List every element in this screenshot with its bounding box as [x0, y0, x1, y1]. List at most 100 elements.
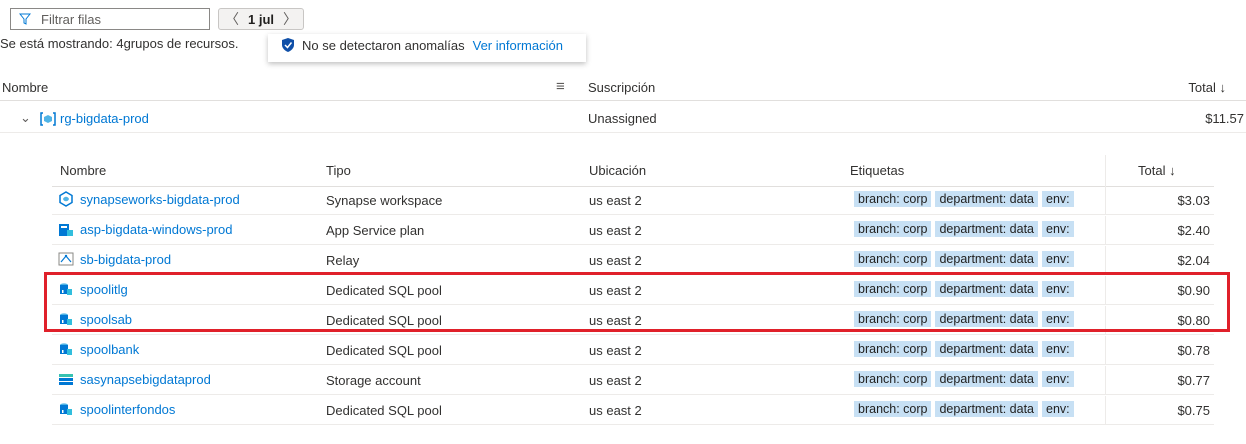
resource-group-row[interactable]: ⌄ rg-bigdata-prod Unassigned $11.57 — [0, 106, 1246, 133]
subscription-value: Unassigned — [588, 111, 657, 126]
resource-location: us east 2 — [589, 253, 642, 268]
tag-department: department: data — [935, 401, 1038, 417]
header-subscription[interactable]: Suscripción — [588, 80, 655, 95]
resource-link[interactable]: sb-bigdata-prod — [80, 252, 171, 267]
resource-name-cell[interactable]: sb-bigdata-prod — [58, 251, 171, 267]
resource-location: us east 2 — [589, 193, 642, 208]
resource-type: Dedicated SQL pool — [326, 343, 442, 358]
column-menu-icon[interactable]: ≡ — [556, 78, 565, 95]
tag-department: department: data — [935, 221, 1038, 237]
resource-link[interactable]: synapseworks-bigdata-prod — [80, 192, 240, 207]
resource-name-cell[interactable]: synapseworks-bigdata-prod — [58, 191, 240, 207]
prev-date-button[interactable]: 〈 — [225, 9, 239, 29]
resource-location: us east 2 — [589, 403, 642, 418]
resource-total: $0.77 — [1177, 373, 1210, 388]
sql-pool-icon — [58, 341, 74, 357]
table-row[interactable]: spoolinterfondos Dedicated SQL pool us e… — [52, 396, 1214, 425]
tag-env: env: — [1042, 251, 1074, 267]
resource-name-cell[interactable]: sasynapsebigdataprod — [58, 371, 211, 387]
resource-total: $2.04 — [1177, 253, 1210, 268]
tag-branch: branch: corp — [854, 401, 932, 417]
tag-department: department: data — [935, 251, 1038, 267]
tag-env: env: — [1042, 341, 1074, 357]
filter-rows-input[interactable]: Filtrar filas — [10, 8, 210, 30]
tag-branch: branch: corp — [854, 251, 932, 267]
date-selector[interactable]: 〈 1 jul 〉 — [218, 8, 304, 30]
tag-branch: branch: corp — [854, 371, 932, 387]
column-separator — [1105, 186, 1106, 214]
anomaly-card: No se detectaron anomalías Ver informaci… — [268, 34, 586, 62]
resource-type: Dedicated SQL pool — [326, 403, 442, 418]
resource-name-cell[interactable]: asp-bigdata-windows-prod — [58, 221, 232, 237]
resource-location: us east 2 — [589, 223, 642, 238]
resource-total: $0.75 — [1177, 403, 1210, 418]
highlight-box — [44, 272, 1230, 332]
showing-count-text: Se está mostrando: 4grupos de recursos. — [0, 36, 239, 51]
resource-tags: branch: corp department: data env: — [854, 401, 1078, 417]
resource-tags: branch: corp department: data env: — [854, 191, 1078, 207]
next-date-button[interactable]: 〉 — [283, 9, 297, 29]
header-name[interactable]: Nombre — [2, 80, 48, 95]
tag-env: env: — [1042, 221, 1074, 237]
resource-group-icon — [40, 111, 56, 130]
column-separator — [1105, 396, 1106, 424]
resource-name-cell[interactable]: spoolbank — [58, 341, 139, 357]
table-row[interactable]: sb-bigdata-prod Relay us east 2 branch: … — [52, 246, 1214, 275]
tag-department: department: data — [935, 341, 1038, 357]
outer-table-header: Nombre ≡ Suscripción Total ↓ — [0, 76, 1246, 101]
resource-group-total: $11.57 — [1205, 111, 1244, 126]
tag-env: env: — [1042, 401, 1074, 417]
view-info-link[interactable]: Ver información — [473, 38, 563, 53]
shield-check-icon — [282, 38, 294, 52]
resource-total: $0.78 — [1177, 343, 1210, 358]
resource-link[interactable]: sasynapsebigdataprod — [80, 372, 211, 387]
table-row[interactable]: sasynapsebigdataprod Storage account us … — [52, 366, 1214, 395]
header-type[interactable]: Tipo — [326, 163, 351, 178]
table-row[interactable]: spoolbank Dedicated SQL pool us east 2 b… — [52, 336, 1214, 365]
storage-account-icon — [58, 371, 74, 387]
resource-tags: branch: corp department: data env: — [854, 221, 1078, 237]
chevron-down-icon[interactable]: ⌄ — [20, 110, 31, 126]
tag-branch: branch: corp — [854, 221, 932, 237]
resource-link[interactable]: spoolinterfondos — [80, 402, 175, 417]
resource-link[interactable]: asp-bigdata-windows-prod — [80, 222, 232, 237]
resource-type: App Service plan — [326, 223, 425, 238]
tag-env: env: — [1042, 371, 1074, 387]
header-tags[interactable]: Etiquetas — [850, 163, 904, 178]
column-separator — [1105, 216, 1106, 244]
resource-total: $3.03 — [1177, 193, 1210, 208]
table-row[interactable]: asp-bigdata-windows-prod App Service pla… — [52, 216, 1214, 245]
resource-location: us east 2 — [589, 373, 642, 388]
synapse-icon — [58, 191, 74, 207]
column-separator — [1105, 155, 1106, 186]
tag-branch: branch: corp — [854, 191, 932, 207]
tag-env: env: — [1042, 191, 1074, 207]
relay-icon — [58, 251, 74, 267]
tag-department: department: data — [935, 191, 1038, 207]
resource-type: Relay — [326, 253, 360, 268]
tag-department: department: data — [935, 371, 1038, 387]
filter-icon — [19, 13, 31, 25]
header-total[interactable]: Total ↓ — [1188, 80, 1226, 95]
resources-table-header: Nombre Tipo Ubicación Etiquetas Total ↓ — [52, 155, 1214, 187]
header-total[interactable]: Total ↓ — [1138, 163, 1176, 178]
current-date: 1 jul — [247, 11, 274, 27]
header-location[interactable]: Ubicación — [589, 163, 646, 178]
resource-tags: branch: corp department: data env: — [854, 251, 1078, 267]
sql-pool-icon — [58, 401, 74, 417]
resource-type: Storage account — [326, 373, 421, 388]
anomaly-text: No se detectaron anomalías — [302, 38, 465, 53]
table-row[interactable]: synapseworks-bigdata-prod Synapse worksp… — [52, 186, 1214, 215]
resource-tags: branch: corp department: data env: — [854, 371, 1078, 387]
column-separator — [1105, 336, 1106, 364]
resource-location: us east 2 — [589, 343, 642, 358]
resource-link[interactable]: spoolbank — [80, 342, 139, 357]
resource-group-link[interactable]: rg-bigdata-prod — [60, 111, 149, 126]
filter-placeholder: Filtrar filas — [41, 11, 101, 27]
app-service-plan-icon — [58, 221, 74, 237]
header-name[interactable]: Nombre — [60, 163, 106, 178]
resource-name-cell[interactable]: spoolinterfondos — [58, 401, 175, 417]
tag-branch: branch: corp — [854, 341, 932, 357]
resource-tags: branch: corp department: data env: — [854, 341, 1078, 357]
resource-type: Synapse workspace — [326, 193, 443, 208]
